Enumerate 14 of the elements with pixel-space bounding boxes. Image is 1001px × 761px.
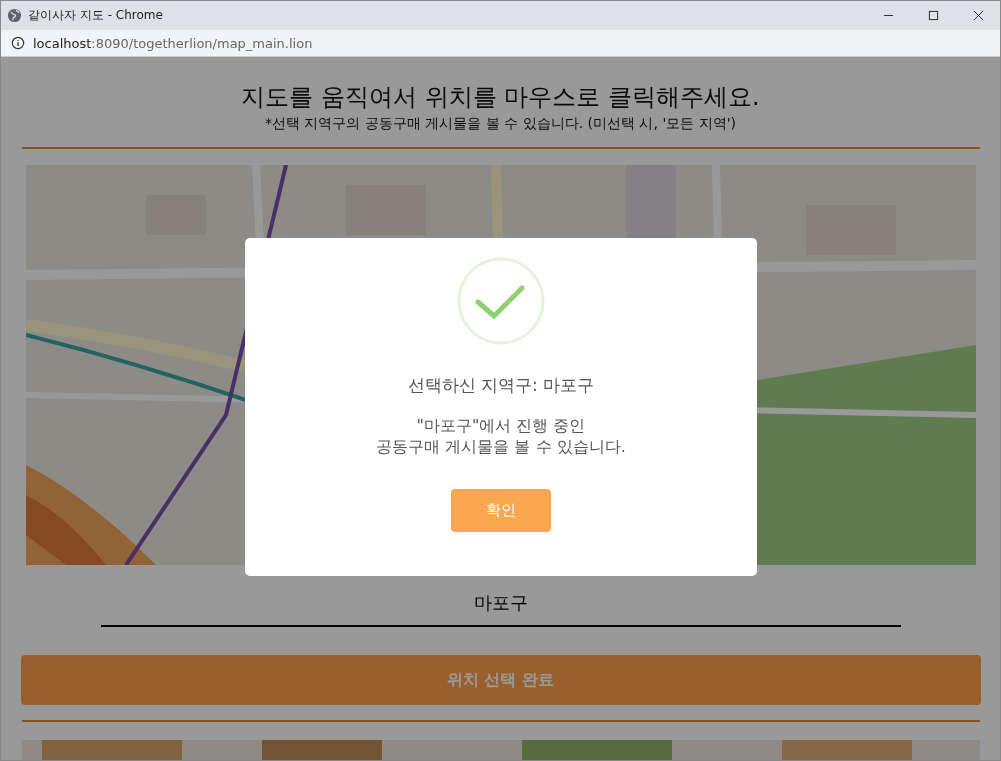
maximize-icon[interactable] — [928, 10, 939, 22]
page-note: *선택 지역구의 공동구매 게시물을 볼 수 있습니다. (미선택 시, '모든 지역') — [265, 115, 736, 133]
url-text[interactable]: localhost:8090/togetherlion/map_main.lion — [33, 35, 313, 51]
submit-button[interactable]: 위치 선택 완료 — [20, 655, 981, 705]
checkmark-icon — [456, 256, 546, 346]
window-title: 같이사자 지도 - Chrome — [28, 7, 163, 25]
globe-icon — [7, 8, 22, 24]
info-icon[interactable] — [11, 36, 25, 51]
close-icon[interactable] — [973, 10, 984, 22]
dialog-message: 선택하신 지역구: 마포구 — [407, 374, 595, 397]
dialog-detail: "마포구"에서 진행 중인 공동구매 게시물을 볼 수 있습니다. — [376, 415, 626, 457]
confirm-button[interactable]: 확인 — [451, 489, 551, 532]
page-heading: 지도를 움직여서 위치를 마우스로 클릭해주세요. — [241, 82, 760, 113]
selected-district: 마포구 — [100, 591, 901, 627]
